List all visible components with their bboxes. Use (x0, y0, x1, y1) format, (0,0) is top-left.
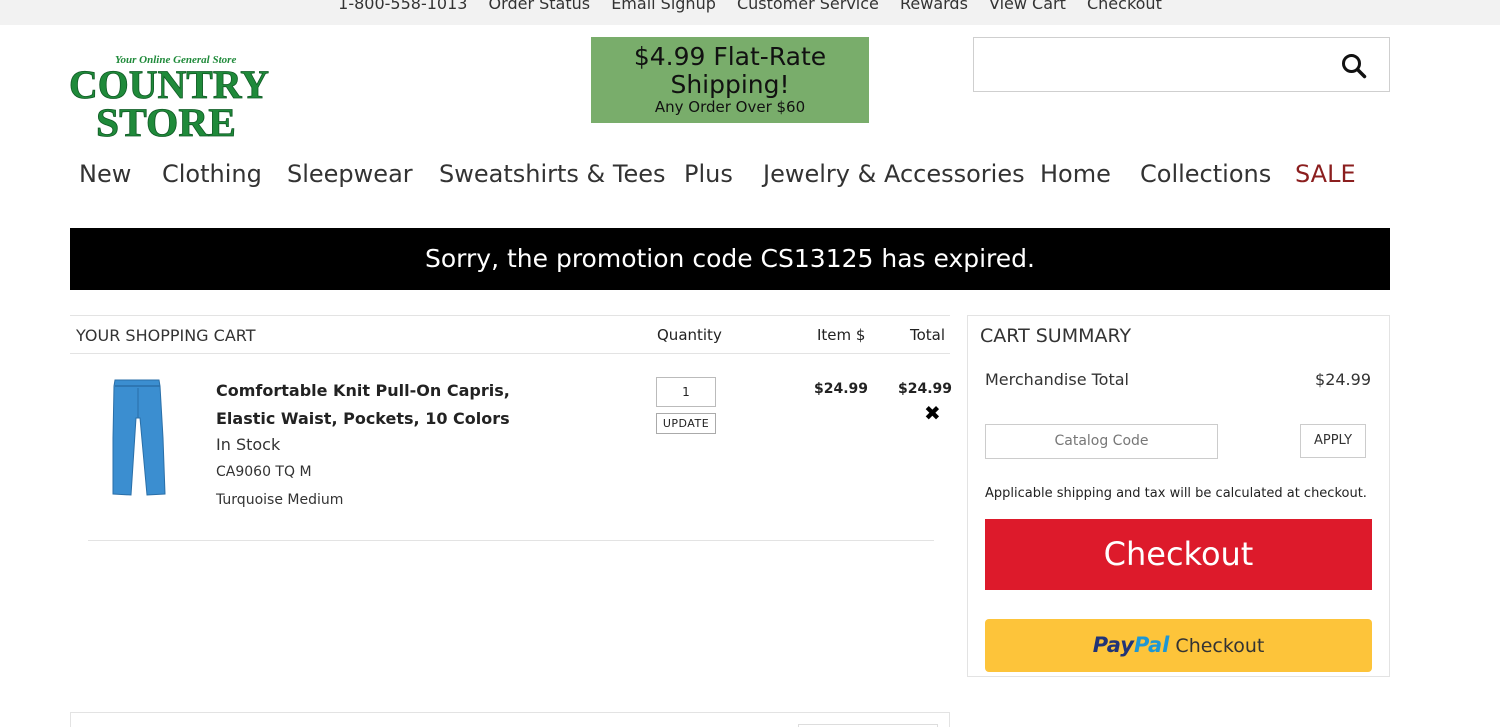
search-input[interactable] (973, 37, 1390, 92)
bottom-panel (70, 712, 950, 727)
promo-subheadline: Shipping! (670, 70, 790, 99)
product-name-link[interactable]: Comfortable Knit Pull-On Capris, Elastic… (216, 377, 516, 433)
catalog-code-input[interactable]: Catalog Code (985, 424, 1218, 459)
paypal-checkout-label: Checkout (1175, 635, 1265, 657)
promo-headline: $4.99 Flat-Rate (633, 42, 827, 71)
apply-code-button[interactable]: APPLY (1300, 424, 1366, 458)
update-quantity-button[interactable]: UPDATE (656, 413, 716, 434)
cart-title: YOUR SHOPPING CART (76, 326, 256, 345)
merchandise-total-value: $24.99 (1315, 370, 1371, 389)
view-cart-link[interactable]: View Cart (989, 0, 1066, 13)
quantity-input[interactable]: 1 (656, 377, 716, 407)
cart-summary-title: CART SUMMARY (980, 325, 1132, 347)
nav-item-jewelry-accessories[interactable]: Jewelry & Accessories (763, 160, 1025, 188)
promo-condition: Any Order Over $60 (654, 98, 806, 116)
paypal-logo-pal: Pal (1133, 633, 1170, 657)
country-store-logo[interactable]: Your Online General Store COUNTRY STORE (68, 46, 273, 142)
search-icon[interactable] (1341, 53, 1367, 79)
logo-line-store: STORE (96, 100, 236, 142)
email-signup-link[interactable]: Email Signup (611, 0, 716, 13)
order-status-link[interactable]: Order Status (489, 0, 591, 13)
product-variant: Turquoise Medium (216, 492, 344, 508)
nav-item-collections[interactable]: Collections (1140, 160, 1271, 188)
total-column-header: Total (910, 326, 946, 344)
nav-item-home[interactable]: Home (1040, 160, 1111, 188)
nav-item-sale[interactable]: SALE (1295, 160, 1356, 188)
nav-item-new[interactable]: New (79, 160, 131, 188)
top-links: 1-800-558-1013 Order Status Email Signup… (0, 0, 1500, 13)
customer-service-link[interactable]: Customer Service (737, 0, 879, 13)
nav-item-clothing[interactable]: Clothing (162, 160, 262, 188)
shipping-tax-note: Applicable shipping and tax will be calc… (985, 486, 1367, 501)
nav-item-sleepwear[interactable]: Sleepwear (287, 160, 413, 188)
quantity-column-header: Quantity (657, 326, 722, 344)
product-sku: CA9060 TQ M (216, 464, 312, 480)
item-divider (88, 540, 934, 541)
main-navigation: New Clothing Sleepwear Sweatshirts & Tee… (0, 160, 1500, 196)
merchandise-total-label: Merchandise Total (985, 370, 1129, 389)
cart-summary-panel: CART SUMMARY Merchandise Total $24.99 Ca… (967, 315, 1390, 677)
nav-item-plus[interactable]: Plus (684, 160, 733, 188)
stock-status: In Stock (216, 435, 281, 454)
remove-item-icon[interactable]: ✖ (924, 401, 941, 425)
shipping-promo-banner[interactable]: $4.99 Flat-Rate Shipping! Any Order Over… (591, 37, 869, 123)
cart-header: YOUR SHOPPING CART Quantity Item $ Total (70, 315, 950, 354)
checkout-button[interactable]: Checkout (985, 519, 1372, 590)
nav-item-sweatshirts-tees[interactable]: Sweatshirts & Tees (439, 160, 666, 188)
phone-number[interactable]: 1-800-558-1013 (338, 0, 467, 13)
product-image[interactable] (103, 378, 173, 500)
top-utility-bar: 1-800-558-1013 Order Status Email Signup… (0, 0, 1500, 25)
promo-expired-alert: Sorry, the promotion code CS13125 has ex… (70, 228, 1390, 290)
paypal-logo-pay: Pay (1092, 633, 1134, 657)
rewards-link[interactable]: Rewards (900, 0, 968, 13)
line-total: $24.99 (898, 381, 953, 397)
item-price-column-header: Item $ (817, 326, 866, 344)
checkout-link[interactable]: Checkout (1087, 0, 1162, 13)
paypal-checkout-button[interactable]: PayPal Checkout (985, 619, 1372, 672)
item-price: $24.99 (814, 381, 869, 397)
